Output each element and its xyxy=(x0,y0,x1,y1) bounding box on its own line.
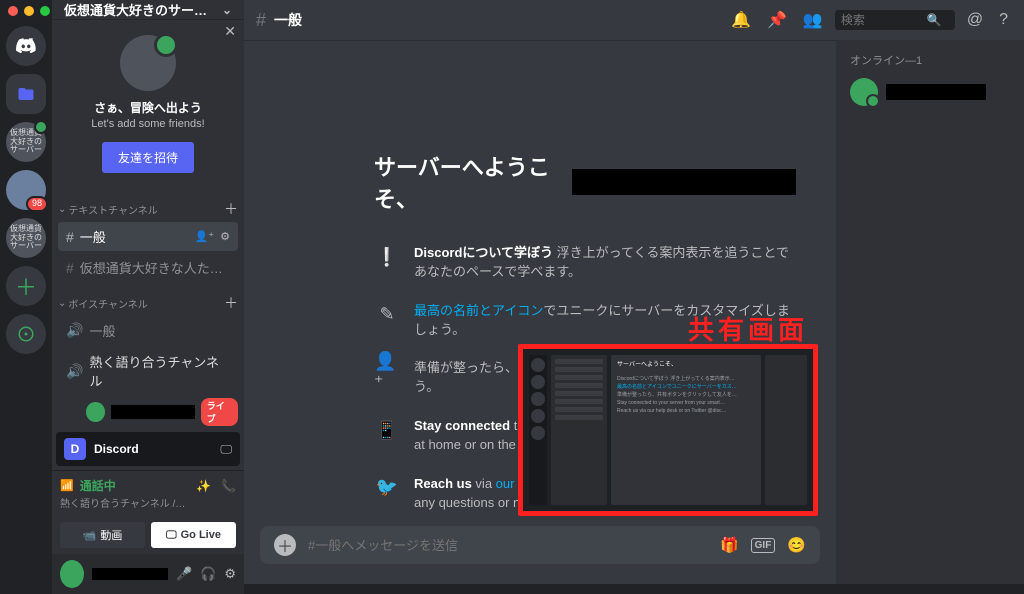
pencil-icon: ✎ xyxy=(374,302,400,328)
twitter-icon: 🐦 xyxy=(374,475,400,501)
server-item-3[interactable]: 仮想通貨大好きのサーバー xyxy=(6,218,46,258)
mention-badge: 98 xyxy=(26,196,48,212)
folder-icon xyxy=(17,85,35,103)
search-input[interactable] xyxy=(841,13,921,27)
members-icon[interactable]: 👥 xyxy=(799,10,827,30)
voice-status: 📶 通話中 ✨ 📞 熱く語り合うチャンネル /… xyxy=(52,470,244,516)
top-bar: # 一般 🔔 📌 👥 🔍 @ ? xyxy=(244,0,1024,40)
bell-icon[interactable]: 🔔 xyxy=(727,10,755,30)
category-voice[interactable]: ⌄ ボイスチャンネル ＋ xyxy=(52,283,244,315)
hash-icon: # xyxy=(66,229,74,245)
invite-line2: Let's add some friends! xyxy=(62,118,234,130)
channel-text-general[interactable]: # 一般 👤⁺ ⚙ xyxy=(58,222,238,251)
invite-button[interactable]: 友達を招待 xyxy=(102,142,194,173)
phone-icon: 📱 xyxy=(374,417,400,443)
add-server-button[interactable]: ＋ xyxy=(6,266,46,306)
server-item-1[interactable]: 仮想通貨大好きのサーバー xyxy=(6,122,46,162)
add-channel-icon[interactable]: ＋ xyxy=(224,293,238,313)
invite-card: ✕ さぁ、冒険へ出よう Let's add some friends! 友達を招… xyxy=(52,19,244,189)
member-avatar xyxy=(850,78,878,106)
redacted-server-name xyxy=(572,169,796,195)
folder-button[interactable] xyxy=(6,74,46,114)
redacted-member-name xyxy=(886,84,986,100)
chevron-down-icon: ⌄ xyxy=(58,298,66,309)
chat-area: サーバーへようこそ、 ❕ Discordについて学ぼう 浮き上がってくる案内表示… xyxy=(244,40,836,584)
hash-icon: # xyxy=(256,10,266,31)
main-area: # 一般 🔔 📌 👥 🔍 @ ? サーバーへようこそ、 xyxy=(244,0,1024,584)
add-channel-icon[interactable]: ＋ xyxy=(224,199,238,219)
signal-icon: 📶 xyxy=(60,479,74,492)
hash-icon: # xyxy=(66,260,74,276)
channel-title: 一般 xyxy=(274,10,302,30)
golive-button[interactable]: 🖵Go Live xyxy=(151,522,236,548)
disconnect-icon[interactable]: 📞 xyxy=(221,479,236,493)
user-bar: 🎤 🎧 ⚙ xyxy=(52,554,244,594)
channel-text-2[interactable]: # 仮想通貨大好きな人た… xyxy=(58,253,238,282)
noise-suppression-icon[interactable]: ✨ xyxy=(196,479,211,493)
invite-line1: さぁ、冒険へ出よう xyxy=(62,99,234,116)
stream-tile[interactable]: D Discord 🖵 xyxy=(56,432,240,466)
chevron-down-icon: ⌄ xyxy=(58,204,66,215)
gear-icon[interactable]: ⚙ xyxy=(220,230,230,243)
speaker-icon: 🔊 xyxy=(66,363,83,380)
screen-icon[interactable]: 🖵 xyxy=(220,442,232,457)
deafen-icon[interactable]: 🎧 xyxy=(200,566,216,582)
search-box[interactable]: 🔍 xyxy=(835,10,955,30)
voice-user[interactable]: ライブ xyxy=(58,398,238,426)
help-icon[interactable]: ? xyxy=(995,11,1012,29)
category-text[interactable]: ⌄ テキストチャンネル ＋ xyxy=(52,189,244,221)
server-rail: 仮想通貨大好きのサーバー 98 仮想通貨大好きのサーバー ＋ xyxy=(0,0,52,584)
redacted-self-name xyxy=(92,568,168,580)
speaker-icon: 🔊 xyxy=(66,322,83,339)
window-traffic-lights xyxy=(8,6,50,16)
gift-icon[interactable]: 🎁 xyxy=(720,536,739,554)
welcome-title: サーバーへようこそ、 xyxy=(374,150,796,214)
add-user-icon: 👤⁺ xyxy=(374,359,400,385)
member-list: オンライン—1 xyxy=(836,40,1024,584)
mentions-icon[interactable]: @ xyxy=(963,11,987,29)
camera-icon: 📹 xyxy=(83,529,97,542)
compass-icon xyxy=(17,325,35,343)
server-name: 仮想通貨大好きのサー… xyxy=(64,0,207,19)
settings-icon[interactable]: ⚙ xyxy=(224,566,236,582)
add-user-icon[interactable]: 👤⁺ xyxy=(195,230,215,243)
server-item-2[interactable]: 98 xyxy=(6,170,46,210)
avatar xyxy=(86,402,105,422)
discord-logo-icon xyxy=(15,35,37,57)
channel-voice-2[interactable]: 🔊 熱く語り合うチャンネル xyxy=(58,347,238,395)
emoji-icon[interactable]: 😊 xyxy=(787,536,806,554)
channel-panel: 仮想通貨大好きのサー… ⌄ ✕ さぁ、冒険へ出よう Let's add some… xyxy=(52,0,244,584)
stream-icon: 🖵 xyxy=(166,529,177,542)
message-input[interactable] xyxy=(308,538,708,553)
chevron-down-icon: ⌄ xyxy=(222,3,232,17)
members-header: オンライン—1 xyxy=(844,52,1016,68)
channel-voice-general[interactable]: 🔊 一般 xyxy=(58,316,238,345)
video-button[interactable]: 📹動画 xyxy=(60,522,145,548)
live-badge: ライブ xyxy=(201,398,238,426)
share-preview-box: サーバーへようこそ、 Discordについて学ぼう 浮き上がってくる案内表示… … xyxy=(518,344,818,516)
home-button[interactable] xyxy=(6,26,46,66)
redacted-username xyxy=(111,405,195,419)
gif-button[interactable]: GIF xyxy=(751,538,776,553)
invite-avatar xyxy=(120,35,176,91)
voice-sub: 熱く語り合うチャンネル /… xyxy=(60,495,236,510)
app-icon: D xyxy=(64,438,86,460)
exclaim-icon: ❕ xyxy=(374,244,400,270)
mute-icon[interactable]: 🎤 xyxy=(176,566,192,582)
search-icon: 🔍 xyxy=(927,13,942,27)
server-header[interactable]: 仮想通貨大好きのサー… ⌄ xyxy=(52,0,244,19)
customize-link[interactable]: 最高の名前とアイコン xyxy=(414,303,543,318)
explore-button[interactable] xyxy=(6,314,46,354)
annotation-label: 共有画面 xyxy=(688,310,808,347)
member-row[interactable] xyxy=(844,74,1016,110)
close-icon[interactable]: ✕ xyxy=(224,23,236,40)
pin-icon[interactable]: 📌 xyxy=(763,10,791,30)
attach-button[interactable]: ＋ xyxy=(274,534,296,556)
composer: ＋ 🎁 GIF 😊 xyxy=(244,514,836,584)
